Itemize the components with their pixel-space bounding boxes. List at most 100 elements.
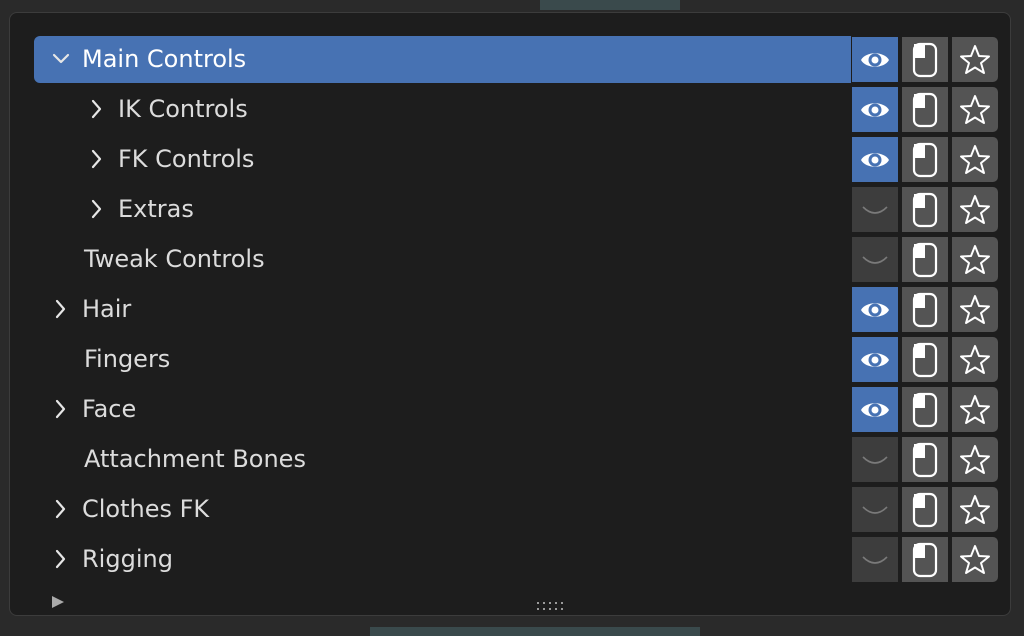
bone-collections-popover: Main Controls IK Controls FK Controls Extra… bbox=[9, 12, 1011, 616]
favorite-toggle[interactable] bbox=[951, 236, 999, 283]
star-icon bbox=[960, 394, 990, 424]
select-bones-button[interactable] bbox=[901, 186, 949, 233]
favorite-toggle[interactable] bbox=[951, 286, 999, 333]
viewport-background bbox=[540, 0, 680, 10]
bone-collection-tree: Main Controls IK Controls FK Controls Extra… bbox=[34, 36, 1010, 586]
mouse-icon bbox=[912, 342, 938, 377]
favorite-toggle[interactable] bbox=[951, 486, 999, 533]
favorite-toggle[interactable] bbox=[951, 136, 999, 183]
eye-closed-icon bbox=[862, 205, 888, 214]
tree-row-label: Rigging bbox=[82, 545, 173, 573]
select-bones-button[interactable] bbox=[901, 386, 949, 433]
mouse-icon bbox=[912, 42, 938, 77]
mouse-icon bbox=[912, 242, 938, 277]
tree-row[interactable]: Rigging bbox=[34, 536, 1010, 586]
tree-row-label: Hair bbox=[82, 295, 132, 323]
tree-row-main[interactable]: IK Controls bbox=[34, 86, 851, 133]
viewport-background bbox=[370, 627, 700, 636]
select-bones-button[interactable] bbox=[901, 286, 949, 333]
tree-row-label: Fingers bbox=[84, 345, 171, 373]
mouse-icon bbox=[912, 492, 938, 527]
star-icon bbox=[960, 344, 990, 374]
disclosure-triangle-icon[interactable] bbox=[50, 595, 66, 609]
chevron-right-icon[interactable] bbox=[86, 98, 108, 120]
favorite-toggle[interactable] bbox=[951, 436, 999, 483]
eye-closed-icon bbox=[862, 455, 888, 464]
grip-icon[interactable] bbox=[536, 601, 564, 613]
visibility-toggle[interactable] bbox=[851, 536, 899, 583]
eye-icon bbox=[861, 102, 889, 117]
tree-row-main[interactable]: Attachment Bones bbox=[34, 436, 851, 483]
visibility-toggle[interactable] bbox=[851, 236, 899, 283]
visibility-toggle[interactable] bbox=[851, 436, 899, 483]
mouse-icon bbox=[912, 92, 938, 127]
mouse-icon bbox=[912, 142, 938, 177]
select-bones-button[interactable] bbox=[901, 336, 949, 383]
tree-row[interactable]: Tweak Controls bbox=[34, 236, 1010, 286]
tree-row-main[interactable]: Hair bbox=[34, 286, 851, 333]
visibility-toggle[interactable] bbox=[851, 136, 899, 183]
visibility-toggle[interactable] bbox=[851, 486, 899, 533]
select-bones-button[interactable] bbox=[901, 486, 949, 533]
chevron-right-icon[interactable] bbox=[50, 498, 72, 520]
eye-icon bbox=[861, 352, 889, 367]
tree-row-main[interactable]: Extras bbox=[34, 186, 851, 233]
tree-row[interactable]: FK Controls bbox=[34, 136, 1010, 186]
tree-row[interactable]: Attachment Bones bbox=[34, 436, 1010, 486]
visibility-toggle[interactable] bbox=[851, 286, 899, 333]
eye-icon bbox=[861, 402, 889, 417]
tree-row[interactable]: Hair bbox=[34, 286, 1010, 336]
select-bones-button[interactable] bbox=[901, 436, 949, 483]
select-bones-button[interactable] bbox=[901, 136, 949, 183]
tree-row-label: Main Controls bbox=[82, 45, 247, 73]
select-bones-button[interactable] bbox=[901, 36, 949, 83]
chevron-right-icon[interactable] bbox=[50, 398, 72, 420]
tree-row-label: FK Controls bbox=[118, 145, 255, 173]
star-icon bbox=[960, 544, 990, 574]
tree-row[interactable]: Extras bbox=[34, 186, 1010, 236]
chevron-right-icon[interactable] bbox=[86, 198, 108, 220]
tree-row[interactable]: Clothes FK bbox=[34, 486, 1010, 536]
star-icon bbox=[960, 94, 990, 124]
tree-row[interactable]: Fingers bbox=[34, 336, 1010, 386]
eye-closed-icon bbox=[862, 505, 888, 514]
chevron-right-icon[interactable] bbox=[86, 148, 108, 170]
select-bones-button[interactable] bbox=[901, 536, 949, 583]
tree-row-main[interactable]: Tweak Controls bbox=[34, 236, 851, 283]
star-icon bbox=[960, 44, 990, 74]
favorite-toggle[interactable] bbox=[951, 336, 999, 383]
favorite-toggle[interactable] bbox=[951, 536, 999, 583]
mouse-icon bbox=[912, 292, 938, 327]
tree-row-label: Face bbox=[82, 395, 137, 423]
favorite-toggle[interactable] bbox=[951, 386, 999, 433]
visibility-toggle[interactable] bbox=[851, 386, 899, 433]
favorite-toggle[interactable] bbox=[951, 186, 999, 233]
tree-row[interactable]: Face bbox=[34, 386, 1010, 436]
favorite-toggle[interactable] bbox=[951, 86, 999, 133]
tree-row-main[interactable]: Clothes FK bbox=[34, 486, 851, 533]
eye-closed-icon bbox=[862, 255, 888, 264]
chevron-right-icon[interactable] bbox=[50, 548, 72, 570]
visibility-toggle[interactable] bbox=[851, 186, 899, 233]
select-bones-button[interactable] bbox=[901, 86, 949, 133]
tree-row[interactable]: IK Controls bbox=[34, 86, 1010, 136]
tree-row-main[interactable]: Fingers bbox=[34, 336, 851, 383]
tree-row-main[interactable]: Rigging bbox=[34, 536, 851, 583]
tree-row-label: Extras bbox=[118, 195, 194, 223]
favorite-toggle[interactable] bbox=[951, 36, 999, 83]
tree-row-main[interactable]: Main Controls bbox=[34, 36, 851, 83]
eye-closed-icon bbox=[862, 555, 888, 564]
tree-row[interactable]: Main Controls bbox=[34, 36, 1010, 86]
star-icon bbox=[960, 144, 990, 174]
eye-icon bbox=[861, 302, 889, 317]
tree-row-main[interactable]: Face bbox=[34, 386, 851, 433]
chevron-right-icon[interactable] bbox=[50, 298, 72, 320]
visibility-toggle[interactable] bbox=[851, 336, 899, 383]
tree-row-main[interactable]: FK Controls bbox=[34, 136, 851, 183]
visibility-toggle[interactable] bbox=[851, 86, 899, 133]
eye-icon bbox=[861, 52, 889, 67]
star-icon bbox=[960, 294, 990, 324]
select-bones-button[interactable] bbox=[901, 236, 949, 283]
chevron-down-icon[interactable] bbox=[50, 48, 72, 70]
visibility-toggle[interactable] bbox=[851, 36, 899, 83]
